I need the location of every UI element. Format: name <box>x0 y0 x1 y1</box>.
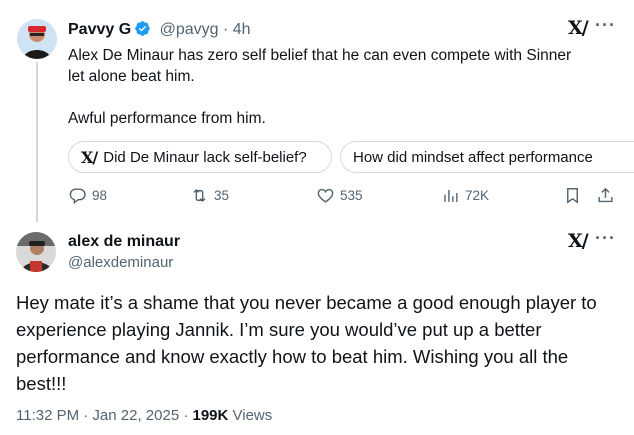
avatar[interactable] <box>16 232 56 272</box>
views-count: 199K <box>192 407 229 424</box>
reply-text-line: Hey mate it’s a shame that you never bec… <box>16 292 597 313</box>
grok-icon[interactable]: X/ <box>568 230 589 252</box>
grok-suggestion-chip[interactable]: X/ Did De Minaur lack self-belief? <box>68 141 332 173</box>
reply-text-line: best!!! <box>16 373 67 394</box>
views-button[interactable]: 72K <box>441 186 489 205</box>
views-chart-icon <box>444 189 458 202</box>
reply-icon <box>69 188 86 205</box>
post-timestamp[interactable]: 11:32 PM · Jan 22, 2025 · <box>16 407 193 424</box>
more-options-icon[interactable]: ··· <box>595 15 616 36</box>
tweet-text-line: Awful performance from him. <box>68 110 266 127</box>
bookmark-icon <box>567 188 578 204</box>
grok-icon: X/ <box>81 147 98 167</box>
view-count: 72K <box>465 188 490 203</box>
grok-suggestion-chip[interactable]: How did mindset affect performance <box>340 141 634 173</box>
post-time[interactable]: · 4h <box>223 21 251 38</box>
more-options-icon[interactable]: ··· <box>595 228 616 249</box>
share-icon <box>598 187 613 203</box>
reply-text-line: performance and know exactly how to beat… <box>16 346 569 367</box>
like-count: 535 <box>340 188 363 203</box>
tweet-header: Pavvy G @pavyg · 4h <box>68 20 251 39</box>
repost-count: 35 <box>214 188 230 203</box>
views-label: Views <box>228 407 273 424</box>
display-name[interactable]: alex de minaur <box>68 233 180 251</box>
tweet-text-line: Alex De Minaur has zero self belief that… <box>68 47 572 64</box>
repost-icon <box>193 188 206 203</box>
reply-count: 98 <box>92 188 108 203</box>
reply-button[interactable]: 98 <box>68 186 107 205</box>
handle[interactable]: @alexdeminaur <box>68 254 180 271</box>
share-button[interactable] <box>596 186 620 205</box>
bookmark-button[interactable] <box>563 186 587 205</box>
chip-label: How did mindset affect performance <box>353 148 593 166</box>
tweet-text: Alex De Minaur has zero self belief that… <box>68 45 618 129</box>
verified-badge-icon <box>135 21 150 36</box>
like-button[interactable]: 535 <box>316 186 363 205</box>
heart-icon <box>317 188 334 203</box>
reply-header: alex de minaur @alexdeminaur <box>68 233 180 271</box>
avatar[interactable] <box>17 19 57 59</box>
reply-text: Hey mate it’s a shame that you never bec… <box>16 289 626 397</box>
chip-label: Did De Minaur lack self-belief? <box>103 148 307 166</box>
grok-icon[interactable]: X/ <box>568 17 589 39</box>
thread-line <box>36 62 38 222</box>
post-meta: 11:32 PM · Jan 22, 2025 · 199K Views <box>16 407 272 424</box>
reply-text-line: experience playing Jannik. I’m sure you … <box>16 319 542 340</box>
display-name[interactable]: Pavvy G <box>68 21 131 38</box>
tweet-text-line: let alone beat him. <box>68 68 195 85</box>
repost-button[interactable]: 35 <box>190 186 229 205</box>
handle[interactable]: @pavyg <box>160 21 219 38</box>
